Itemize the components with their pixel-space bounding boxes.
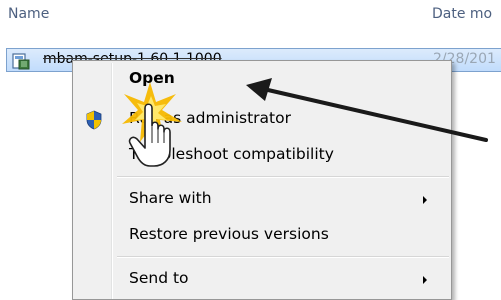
menu-item-open[interactable]: Open (75, 65, 449, 93)
menu-item-label: Send to (129, 269, 189, 287)
menu-item-share-with[interactable]: Share with (75, 185, 449, 213)
menu-icon-gutter (111, 63, 113, 299)
uac-shield-icon (86, 110, 102, 130)
menu-item-label: Troubleshoot compatibility (129, 145, 334, 163)
menu-item-label: Restore previous versions (129, 225, 329, 243)
cropped-top-text (0, 0, 501, 2)
column-header-date[interactable]: Date mo (432, 6, 492, 22)
menu-separator (117, 176, 449, 178)
menu-item-send-to[interactable]: Send to (75, 265, 449, 293)
column-header-name[interactable]: Name (8, 6, 49, 22)
menu-item-label: Run as administrator (129, 109, 291, 127)
menu-item-label: Open (129, 69, 175, 87)
menu-separator (117, 256, 449, 258)
submenu-arrow-icon (423, 276, 427, 284)
menu-item-restore-previous-versions[interactable]: Restore previous versions (75, 221, 449, 249)
submenu-arrow-icon (423, 196, 427, 204)
installer-icon (12, 53, 30, 70)
menu-item-run-as-administrator[interactable]: Run as administrator (75, 105, 449, 133)
context-menu: Open Run as administrator Troubleshoot c… (72, 60, 452, 300)
menu-item-label: Share with (129, 189, 212, 207)
menu-item-troubleshoot-compatibility[interactable]: Troubleshoot compatibility (75, 141, 449, 169)
